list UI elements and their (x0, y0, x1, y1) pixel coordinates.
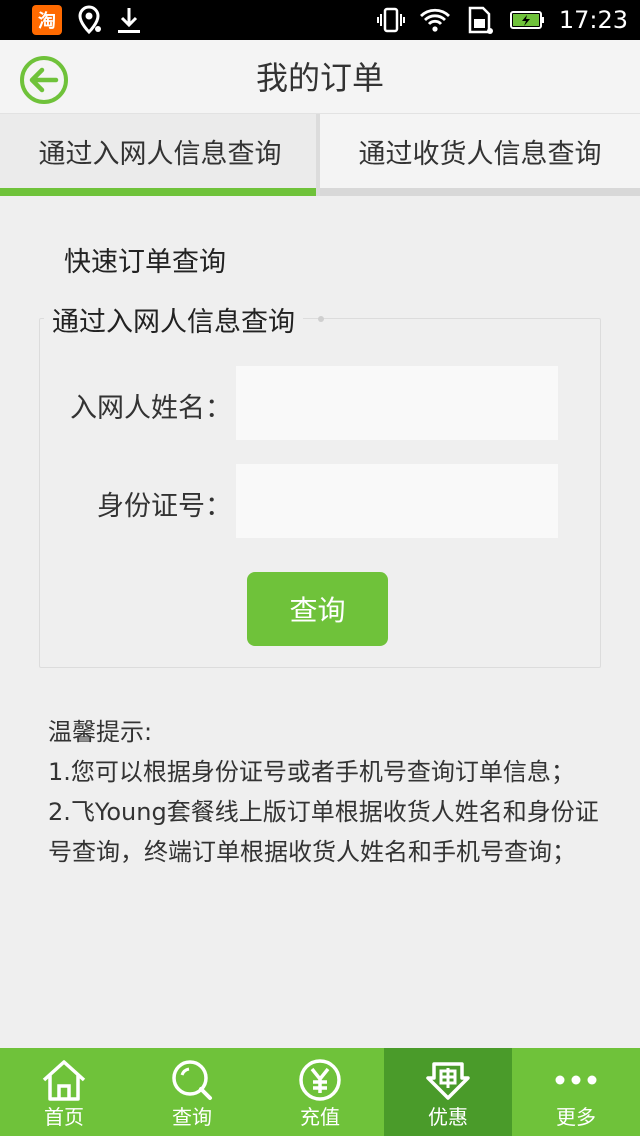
taobao-app-icon: 淘 (32, 5, 62, 35)
name-input[interactable] (236, 366, 558, 440)
tips-title: 温馨提示: (48, 718, 153, 746)
battery-icon (509, 9, 545, 31)
id-number-input[interactable] (236, 464, 558, 538)
query-button[interactable]: 查询 (247, 572, 388, 646)
bottom-nav: 首页 查询 充值 优惠 更多 (0, 1048, 640, 1136)
wifi-icon (419, 7, 451, 33)
tips-line-1: 1.您可以根据身份证号或者手机号查询订单信息； (48, 758, 575, 786)
tab-divider (316, 114, 320, 196)
tab-label: 通过收货人信息查询 (358, 138, 602, 170)
vibrate-icon (376, 6, 405, 34)
nav-item-recharge[interactable]: 充值 (256, 1048, 384, 1136)
page-title: 我的订单 (255, 59, 384, 97)
home-icon (0, 1058, 128, 1102)
status-time: 17:23 (558, 6, 628, 34)
search-icon (128, 1058, 256, 1102)
status-bar: 淘 17:23 (0, 0, 640, 40)
status-bar-right: 17:23 (376, 5, 628, 35)
nav-label: 更多 (556, 1105, 596, 1129)
nav-item-home[interactable]: 首页 (0, 1048, 128, 1136)
nav-label: 首页 (44, 1105, 84, 1129)
nav-label: 查询 (172, 1105, 212, 1129)
more-icon (512, 1070, 640, 1090)
legend-dot-right (318, 316, 324, 322)
tips-section: 温馨提示: 1.您可以根据身份证号或者手机号查询订单信息； 2.飞Young套餐… (48, 712, 608, 872)
sd-card-icon (465, 5, 495, 35)
section-title: 快速订单查询 (64, 247, 226, 278)
tab-by-recipient[interactable]: 通过收货人信息查询 (320, 114, 640, 196)
back-arrow-icon (20, 56, 68, 104)
tips-line-2: 2.飞Young套餐线上版订单根据收货人姓名和身份证号查询，终端订单根据收货人姓… (48, 798, 599, 866)
status-bar-left: 淘 (32, 5, 142, 35)
form-legend: 通过入网人信息查询 (44, 300, 303, 339)
tab-by-subscriber[interactable]: 通过入网人信息查询 (0, 114, 320, 196)
download-icon (116, 5, 142, 35)
back-button[interactable] (18, 54, 70, 106)
name-label: 入网人姓名： (70, 393, 232, 424)
discount-icon (384, 1058, 512, 1102)
nav-label: 充值 (300, 1105, 340, 1129)
id-label: 身份证号： (97, 491, 232, 522)
yuan-icon (256, 1058, 384, 1102)
nav-label: 优惠 (428, 1105, 468, 1129)
query-tabs: 通过入网人信息查询 通过收货人信息查询 (0, 114, 640, 196)
location-icon (76, 5, 102, 35)
nav-item-discount[interactable]: 优惠 (384, 1048, 512, 1136)
nav-item-search[interactable]: 查询 (128, 1048, 256, 1136)
tab-label: 通过入网人信息查询 (38, 138, 282, 170)
app-header: 我的订单 (0, 40, 640, 114)
nav-item-more[interactable]: 更多 (512, 1048, 640, 1136)
